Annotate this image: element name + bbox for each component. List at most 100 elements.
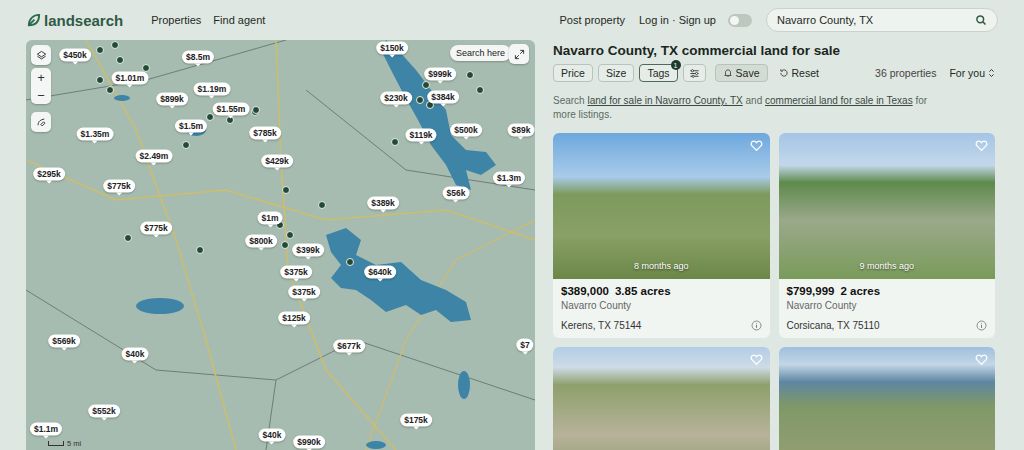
listing-dot[interactable] [282, 186, 290, 194]
price-pin[interactable]: $40k [259, 429, 286, 442]
property-card[interactable] [553, 347, 770, 450]
price-pin[interactable]: $1.55m [213, 103, 250, 116]
login-link[interactable]: Log in · Sign up [639, 14, 716, 26]
price-pin[interactable]: $569k [48, 335, 80, 348]
price-pin[interactable]: $990k [293, 436, 325, 449]
listing-dot[interactable] [281, 241, 289, 249]
price-pin[interactable]: $640k [364, 266, 396, 279]
expand-button[interactable] [509, 44, 529, 64]
info-icon[interactable] [751, 320, 762, 331]
property-photo[interactable] [779, 347, 996, 450]
search-here-button[interactable]: Search here [450, 45, 511, 61]
layers-button[interactable] [31, 45, 51, 65]
price-pin[interactable]: $775k [103, 180, 135, 193]
sort-dropdown[interactable]: For you [949, 67, 995, 79]
price-pin[interactable]: $389k [367, 197, 399, 210]
intro-link[interactable]: land for sale in Navarro County, TX [587, 95, 742, 106]
zoom-in-button[interactable]: + [31, 68, 51, 86]
dark-mode-toggle[interactable] [728, 14, 752, 27]
price-pin[interactable]: $1.5m [175, 120, 207, 133]
zoom-out-button[interactable]: − [31, 86, 51, 104]
price-pin[interactable]: $56k [443, 187, 470, 200]
nav-link[interactable]: Properties [151, 14, 201, 26]
listing-dot[interactable] [124, 234, 132, 242]
listing-dot[interactable] [96, 76, 104, 84]
property-card[interactable]: 8 months ago$389,0003.85 acresNavarro Co… [553, 133, 770, 338]
price-pin[interactable]: $8.5m [182, 51, 214, 64]
price-pin[interactable]: $230k [380, 92, 412, 105]
map[interactable]: $450k $8.5m $150k $1.01m $1.19m $999k $899k $1.… [26, 40, 535, 450]
price-pin[interactable]: $2.49m [136, 150, 173, 163]
intro-link[interactable]: commercial land for sale in Texas [765, 95, 913, 106]
price-pin[interactable]: $175k [400, 414, 432, 427]
price-pin[interactable]: $775k [140, 222, 172, 235]
price-pin[interactable]: $399k [292, 244, 324, 257]
reset-button[interactable]: Reset [779, 67, 819, 79]
price-pin[interactable]: $450k [59, 49, 91, 62]
filter-button[interactable]: Tags 1 [639, 64, 677, 82]
price-pin[interactable]: $1.35m [77, 128, 114, 141]
property-photo[interactable]: 9 months ago [779, 133, 996, 279]
info-icon[interactable] [976, 320, 987, 331]
property-photo[interactable]: 8 months ago [553, 133, 770, 279]
listing-dot[interactable] [111, 41, 119, 49]
search-input[interactable]: Navarro County, TX [777, 14, 873, 26]
price-pin[interactable]: $677k [333, 340, 365, 353]
listing-dot[interactable] [422, 81, 430, 89]
price-pin[interactable]: $384k [427, 91, 459, 104]
filter-button[interactable]: Size [598, 64, 634, 82]
listing-dot[interactable] [286, 231, 294, 239]
heart-icon[interactable] [975, 353, 988, 366]
price-pin[interactable]: $119k [405, 129, 436, 142]
listing-dot[interactable] [106, 86, 114, 94]
price-pin[interactable]: $785k [249, 127, 281, 140]
save-search-button[interactable]: Save [715, 64, 768, 82]
listing-dot[interactable] [182, 141, 190, 149]
listing-dot[interactable] [318, 201, 326, 209]
price-pin[interactable]: $429k [261, 155, 293, 168]
price-pin[interactable]: $375k [280, 266, 312, 279]
layers-icon [36, 50, 47, 61]
logo[interactable]: landsearch [26, 12, 123, 29]
price-pin[interactable]: $500k [450, 124, 482, 137]
heart-icon[interactable] [975, 139, 988, 152]
listing-dot[interactable] [206, 113, 214, 121]
price-pin[interactable]: $1.3m [493, 172, 525, 185]
listing-dot[interactable] [416, 96, 424, 104]
price-pin[interactable]: $7 [516, 339, 533, 352]
price-pin[interactable]: $1.19m [194, 83, 231, 96]
price-pin[interactable]: $899k [156, 93, 188, 106]
listing-dot[interactable] [252, 106, 260, 114]
price-pin[interactable]: $375k [288, 286, 320, 299]
more-filters-button[interactable] [683, 64, 706, 82]
price-pin[interactable]: $800k [245, 235, 277, 248]
price-pin[interactable]: $999k [424, 68, 456, 81]
filter-button[interactable]: Price [553, 64, 593, 82]
price-pin[interactable]: $1m [257, 212, 282, 225]
post-property-link[interactable]: Post property [560, 14, 625, 26]
property-photo[interactable] [553, 347, 770, 450]
price-pin[interactable]: $150k [376, 42, 408, 55]
listing-dot[interactable] [96, 46, 104, 54]
price-pin[interactable]: $125k [278, 312, 310, 325]
listing-dot[interactable] [466, 71, 474, 79]
property-card[interactable]: 9 months ago$799,9992 acresNavarro Count… [779, 133, 996, 338]
listing-dot[interactable] [391, 138, 399, 146]
price-pin[interactable]: $89k [508, 124, 535, 137]
price-pin[interactable]: $295k [33, 168, 65, 181]
property-card[interactable] [779, 347, 996, 450]
listing-dot[interactable] [196, 246, 204, 254]
heart-icon[interactable] [750, 139, 763, 152]
search-icon[interactable] [975, 14, 987, 26]
draw-button[interactable] [31, 112, 51, 132]
price-pin[interactable]: $1.01m [112, 72, 149, 85]
listing-dot[interactable] [476, 86, 484, 94]
price-pin[interactable]: $40k [122, 348, 149, 361]
price-pin[interactable]: $1.1m [30, 423, 62, 436]
price-pin[interactable]: $552k [88, 405, 120, 418]
listing-dot[interactable] [346, 258, 354, 266]
heart-icon[interactable] [750, 353, 763, 366]
listing-dot[interactable] [116, 56, 124, 64]
search-box[interactable]: Navarro County, TX [766, 8, 998, 32]
nav-link[interactable]: Find agent [213, 14, 265, 26]
